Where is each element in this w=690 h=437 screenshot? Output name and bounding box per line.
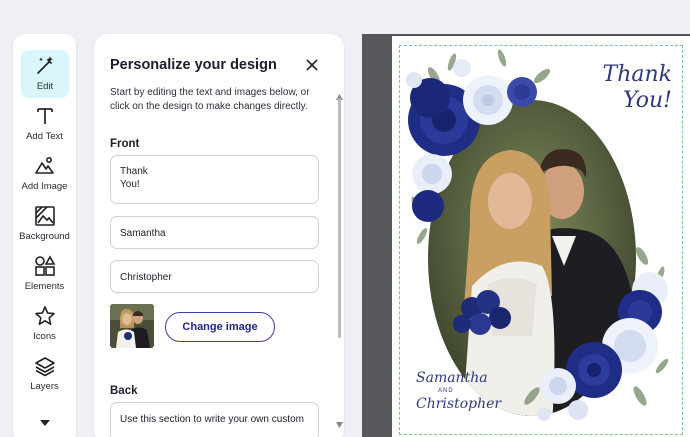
name2-text-field[interactable]: Christopher [110,260,319,293]
tool-label: Elements [24,281,65,292]
card-thank-text[interactable]: Thank You! [582,62,672,114]
text-icon [33,104,57,128]
tool-icons[interactable]: Icons [13,300,76,348]
shapes-icon [33,254,57,278]
name1-text-field[interactable]: Samantha [110,216,319,249]
close-icon[interactable] [304,57,320,73]
tool-rail: Edit Add Text Add Image Background Eleme… [13,34,76,437]
thank-text-field[interactable]: Thank You! [110,155,319,204]
caret-down-icon [39,414,50,432]
tool-label: Icons [33,331,56,342]
tool-label: Background [19,231,70,242]
tool-elements[interactable]: Elements [13,250,76,298]
image-add-icon [33,154,57,178]
photo-thumbnail[interactable] [110,304,154,348]
personalize-panel: Personalize your design Start by editing… [94,34,344,437]
change-image-button[interactable]: Change image [165,312,275,342]
tool-edit[interactable]: Edit [21,50,69,98]
tool-add-text[interactable]: Add Text [13,100,76,148]
scroll-down-icon[interactable] [336,415,343,428]
front-section-label: Front [110,138,140,150]
tool-background[interactable]: Background [13,200,76,248]
tool-add-image[interactable]: Add Image [13,150,76,198]
card-name2-text[interactable]: Christopher [416,396,501,412]
tool-label: Layers [30,381,59,392]
layers-icon [33,354,57,378]
card-preview[interactable]: Thank You! Samantha AND Christopher [392,36,690,437]
star-icon [33,304,57,328]
card-and-text: AND [438,388,454,394]
magic-wand-icon [33,54,57,78]
back-section-label: Back [110,385,138,397]
back-text-field[interactable]: Use this section to write your own custo… [110,402,319,437]
background-icon [33,204,57,228]
tool-label: Edit [36,81,54,92]
card-thank-line2: You! [623,88,672,113]
card-thank-line1: Thank [602,62,672,87]
tool-layers[interactable]: Layers [13,350,76,398]
tool-label: Add Text [26,131,63,142]
tool-label: Add Image [21,181,68,192]
panel-description: Start by editing the text and images bel… [110,87,310,112]
card-name1-text[interactable]: Samantha [416,370,488,386]
scroll-up-icon[interactable] [336,87,343,100]
panel-scrollbar[interactable] [338,98,341,338]
panel-title: Personalize your design [110,57,277,73]
more-tools-button[interactable] [13,414,76,432]
